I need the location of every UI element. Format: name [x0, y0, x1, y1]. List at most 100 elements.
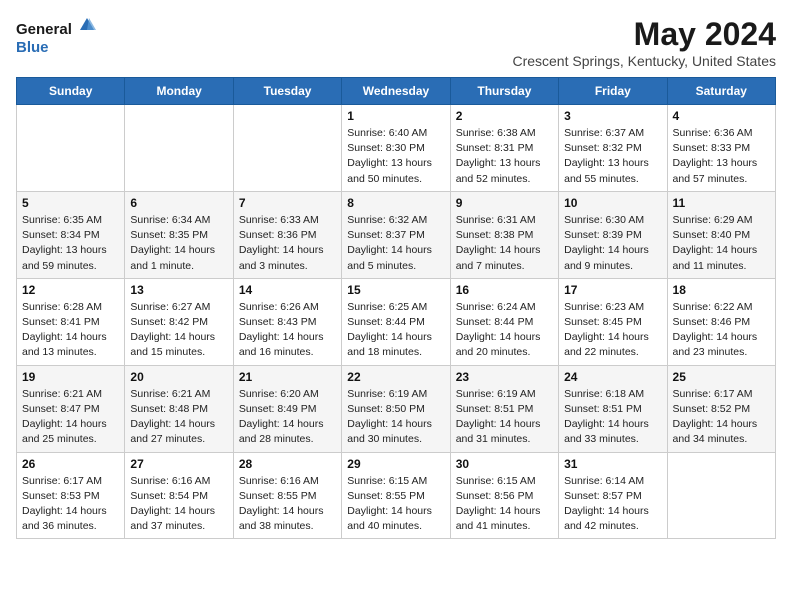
calendar-cell: 6Sunrise: 6:34 AMSunset: 8:35 PMDaylight… [125, 191, 233, 278]
calendar-cell: 13 Sunrise: 6:27 AMSunset: 8:42 PMDayligh… [125, 278, 233, 365]
day-detail: Sunrise: 6:15 AMSunset: 8:56 PMDaylight:… [456, 474, 553, 535]
day-detail: Sunrise: 6:36 AMSunset: 8:33 PMDaylight:… [673, 126, 770, 187]
day-number: 6 [130, 196, 227, 210]
calendar-cell: 26 Sunrise: 6:17 AMSunset: 8:53 PMDayligh… [17, 452, 125, 539]
day-number: 5 [22, 196, 119, 210]
day-detail: Sunrise: 6:14 AMSunset: 8:57 PMDaylight:… [564, 474, 661, 535]
day-detail: Sunrise: 6:21 AMSunset: 8:47 PMDaylight:… [22, 387, 119, 448]
day-number: 26 [22, 457, 119, 471]
calendar-cell [667, 452, 775, 539]
calendar-cell: 1 Sunrise: 6:40 AMSunset: 8:30 PMDaylight… [342, 105, 450, 192]
day-detail: Sunrise: 6:28 AMSunset: 8:41 PMDaylight:… [22, 300, 119, 361]
calendar-cell: 20 Sunrise: 6:21 AMSunset: 8:48 PMDayligh… [125, 365, 233, 452]
day-number: 2 [456, 109, 553, 123]
day-detail: Sunrise: 6:30 AMSunset: 8:39 PMDaylight:… [564, 213, 661, 274]
calendar-week-row: 5 Sunrise: 6:35 AMSunset: 8:34 PMDaylight… [17, 191, 776, 278]
day-detail: Sunrise: 6:26 AMSunset: 8:43 PMDaylight:… [239, 300, 336, 361]
calendar-cell: 7Sunrise: 6:33 AMSunset: 8:36 PMDaylight… [233, 191, 341, 278]
day-number: 23 [456, 370, 553, 384]
day-number: 19 [22, 370, 119, 384]
calendar-cell: 3 Sunrise: 6:37 AMSunset: 8:32 PMDaylight… [559, 105, 667, 192]
day-number: 18 [673, 283, 770, 297]
day-number: 8 [347, 196, 444, 210]
weekday-header: Wednesday [342, 78, 450, 105]
day-number: 29 [347, 457, 444, 471]
weekday-header: Sunday [17, 78, 125, 105]
calendar-week-row: 12 Sunrise: 6:28 AMSunset: 8:41 PMDayligh… [17, 278, 776, 365]
weekday-header: Tuesday [233, 78, 341, 105]
calendar-cell: 18 Sunrise: 6:22 AMSunset: 8:46 PMDayligh… [667, 278, 775, 365]
calendar-cell: 12 Sunrise: 6:28 AMSunset: 8:41 PMDayligh… [17, 278, 125, 365]
day-number: 13 [130, 283, 227, 297]
day-number: 11 [673, 196, 770, 210]
calendar-cell [17, 105, 125, 192]
day-number: 9 [456, 196, 553, 210]
day-detail: Sunrise: 6:40 AMSunset: 8:30 PMDaylight:… [347, 126, 444, 187]
calendar-cell: 19 Sunrise: 6:21 AMSunset: 8:47 PMDayligh… [17, 365, 125, 452]
calendar-cell: 17 Sunrise: 6:23 AMSunset: 8:45 PMDayligh… [559, 278, 667, 365]
calendar-cell: 25Sunrise: 6:17 AMSunset: 8:52 PMDayligh… [667, 365, 775, 452]
day-detail: Sunrise: 6:19 AMSunset: 8:50 PMDaylight:… [347, 387, 444, 448]
weekday-header: Thursday [450, 78, 558, 105]
day-detail: Sunrise: 6:27 AMSunset: 8:42 PMDaylight:… [130, 300, 227, 361]
day-number: 3 [564, 109, 661, 123]
day-number: 4 [673, 109, 770, 123]
day-number: 27 [130, 457, 227, 471]
logo: General Blue [16, 16, 96, 57]
main-title: May 2024 [512, 16, 776, 53]
calendar-cell: 30Sunrise: 6:15 AMSunset: 8:56 PMDayligh… [450, 452, 558, 539]
day-detail: Sunrise: 6:23 AMSunset: 8:45 PMDaylight:… [564, 300, 661, 361]
day-number: 21 [239, 370, 336, 384]
calendar-cell [125, 105, 233, 192]
day-detail: Sunrise: 6:33 AMSunset: 8:36 PMDaylight:… [239, 213, 336, 274]
calendar-cell: 10 Sunrise: 6:30 AMSunset: 8:39 PMDayligh… [559, 191, 667, 278]
calendar-cell: 9Sunrise: 6:31 AMSunset: 8:38 PMDaylight… [450, 191, 558, 278]
day-detail: Sunrise: 6:21 AMSunset: 8:48 PMDaylight:… [130, 387, 227, 448]
weekday-header: Saturday [667, 78, 775, 105]
day-number: 14 [239, 283, 336, 297]
calendar-cell: 15 Sunrise: 6:25 AMSunset: 8:44 PMDayligh… [342, 278, 450, 365]
day-number: 22 [347, 370, 444, 384]
day-detail: Sunrise: 6:25 AMSunset: 8:44 PMDaylight:… [347, 300, 444, 361]
calendar-cell: 5 Sunrise: 6:35 AMSunset: 8:34 PMDaylight… [17, 191, 125, 278]
calendar-cell: 24Sunrise: 6:18 AMSunset: 8:51 PMDayligh… [559, 365, 667, 452]
day-number: 25 [673, 370, 770, 384]
calendar-table: SundayMondayTuesdayWednesdayThursdayFrid… [16, 77, 776, 539]
day-detail: Sunrise: 6:22 AMSunset: 8:46 PMDaylight:… [673, 300, 770, 361]
day-detail: Sunrise: 6:19 AMSunset: 8:51 PMDaylight:… [456, 387, 553, 448]
day-number: 10 [564, 196, 661, 210]
day-detail: Sunrise: 6:16 AMSunset: 8:54 PMDaylight:… [130, 474, 227, 535]
calendar-cell: 14 Sunrise: 6:26 AMSunset: 8:43 PMDayligh… [233, 278, 341, 365]
day-detail: Sunrise: 6:35 AMSunset: 8:34 PMDaylight:… [22, 213, 119, 274]
logo-general: General [16, 16, 96, 39]
calendar-week-row: 26 Sunrise: 6:17 AMSunset: 8:53 PMDayligh… [17, 452, 776, 539]
day-number: 31 [564, 457, 661, 471]
page-header: General Blue May 2024 Crescent Springs, … [16, 16, 776, 69]
day-detail: Sunrise: 6:15 AMSunset: 8:55 PMDaylight:… [347, 474, 444, 535]
day-detail: Sunrise: 6:37 AMSunset: 8:32 PMDaylight:… [564, 126, 661, 187]
day-detail: Sunrise: 6:17 AMSunset: 8:53 PMDaylight:… [22, 474, 119, 535]
day-number: 1 [347, 109, 444, 123]
calendar-cell: 27 Sunrise: 6:16 AMSunset: 8:54 PMDayligh… [125, 452, 233, 539]
day-number: 28 [239, 457, 336, 471]
logo-icon [78, 16, 96, 34]
day-detail: Sunrise: 6:18 AMSunset: 8:51 PMDaylight:… [564, 387, 661, 448]
day-number: 16 [456, 283, 553, 297]
calendar-cell: 4 Sunrise: 6:36 AMSunset: 8:33 PMDaylight… [667, 105, 775, 192]
day-number: 15 [347, 283, 444, 297]
weekday-header: Friday [559, 78, 667, 105]
title-block: May 2024 Crescent Springs, Kentucky, Uni… [512, 16, 776, 69]
calendar-cell: 11Sunrise: 6:29 AMSunset: 8:40 PMDayligh… [667, 191, 775, 278]
subtitle: Crescent Springs, Kentucky, United State… [512, 53, 776, 69]
day-number: 20 [130, 370, 227, 384]
day-number: 17 [564, 283, 661, 297]
calendar-cell: 2Sunrise: 6:38 AMSunset: 8:31 PMDaylight… [450, 105, 558, 192]
day-detail: Sunrise: 6:20 AMSunset: 8:49 PMDaylight:… [239, 387, 336, 448]
calendar-week-row: 1 Sunrise: 6:40 AMSunset: 8:30 PMDaylight… [17, 105, 776, 192]
weekday-header-row: SundayMondayTuesdayWednesdayThursdayFrid… [17, 78, 776, 105]
calendar-week-row: 19 Sunrise: 6:21 AMSunset: 8:47 PMDayligh… [17, 365, 776, 452]
day-number: 12 [22, 283, 119, 297]
calendar-cell: 28Sunrise: 6:16 AMSunset: 8:55 PMDayligh… [233, 452, 341, 539]
calendar-cell: 16Sunrise: 6:24 AMSunset: 8:44 PMDayligh… [450, 278, 558, 365]
calendar-cell: 23 Sunrise: 6:19 AMSunset: 8:51 PMDayligh… [450, 365, 558, 452]
